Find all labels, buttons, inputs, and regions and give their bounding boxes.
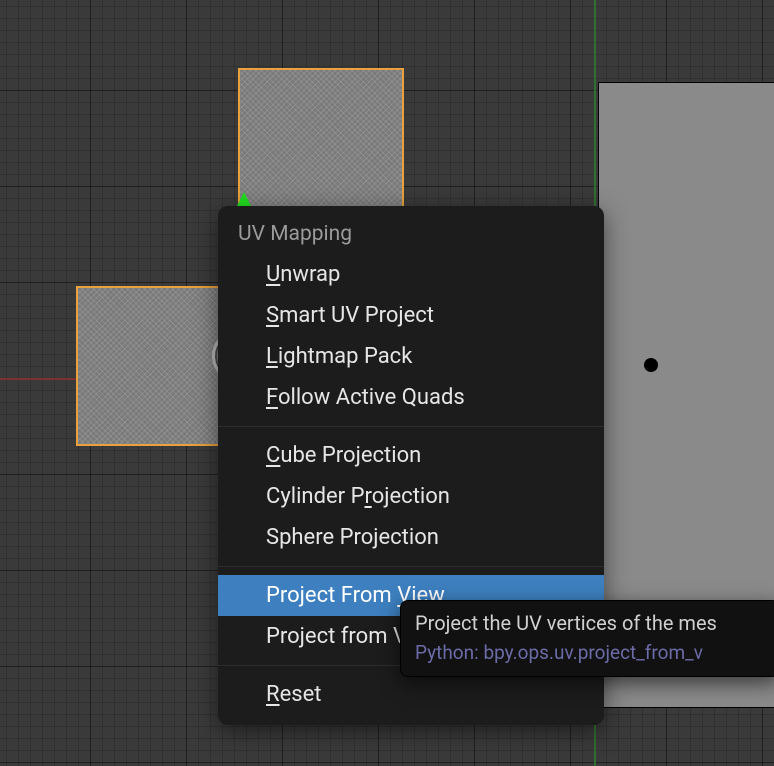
menu-item-label: Project From: [266, 583, 397, 608]
menu-item-label: mart UV Project: [279, 303, 434, 328]
menu-item-label: ollow Active Quads: [278, 385, 465, 410]
face-center-dot: [644, 358, 658, 372]
menu-item-unwrap[interactable]: Unwrap: [218, 254, 604, 295]
hotkey-char: r: [364, 484, 371, 509]
menu-separator: [218, 566, 604, 567]
menu-item-label: nwrap: [280, 262, 340, 287]
menu-item-smart-uv-project[interactable]: Smart UV Project: [218, 295, 604, 336]
blender-3d-viewport[interactable]: UV Mapping Unwrap Smart UV Project Light…: [0, 0, 774, 766]
menu-item-label: Project from: [266, 624, 393, 649]
mesh-face-selected[interactable]: [238, 68, 404, 210]
hotkey-char: U: [266, 262, 280, 287]
menu-item-label: ojection: [372, 484, 450, 509]
hotkey-char: S: [266, 303, 279, 328]
menu-separator: [218, 426, 604, 427]
menu-item-sphere-projection[interactable]: Sphere Projection: [218, 517, 604, 558]
menu-title: UV Mapping: [218, 206, 604, 254]
hotkey-char: R: [266, 682, 280, 707]
menu-item-label: Cylinder P: [266, 484, 364, 509]
mesh-face-selected[interactable]: [76, 286, 236, 446]
menu-item-label: Sphere Projection: [266, 525, 439, 550]
menu-item-lightmap-pack[interactable]: Lightmap Pack: [218, 336, 604, 377]
tooltip-python-path: Python: bpy.ops.uv.project_from_v: [415, 641, 765, 664]
menu-item-reset[interactable]: Reset: [218, 674, 604, 715]
hotkey-char: F: [266, 385, 278, 410]
menu-item-cube-projection[interactable]: Cube Projection: [218, 435, 604, 476]
menu-item-label: eset: [280, 682, 322, 707]
hotkey-char: L: [266, 344, 278, 369]
menu-item-cylinder-projection[interactable]: Cylinder Projection: [218, 476, 604, 517]
menu-item-label: ightmap Pack: [278, 344, 412, 369]
tooltip: Project the UV vertices of the mes Pytho…: [400, 600, 774, 677]
tooltip-description: Project the UV vertices of the mes: [415, 611, 765, 635]
menu-item-follow-active-quads[interactable]: Follow Active Quads: [218, 377, 604, 418]
menu-item-label: ube Projection: [280, 443, 421, 468]
hotkey-char: C: [266, 443, 280, 468]
